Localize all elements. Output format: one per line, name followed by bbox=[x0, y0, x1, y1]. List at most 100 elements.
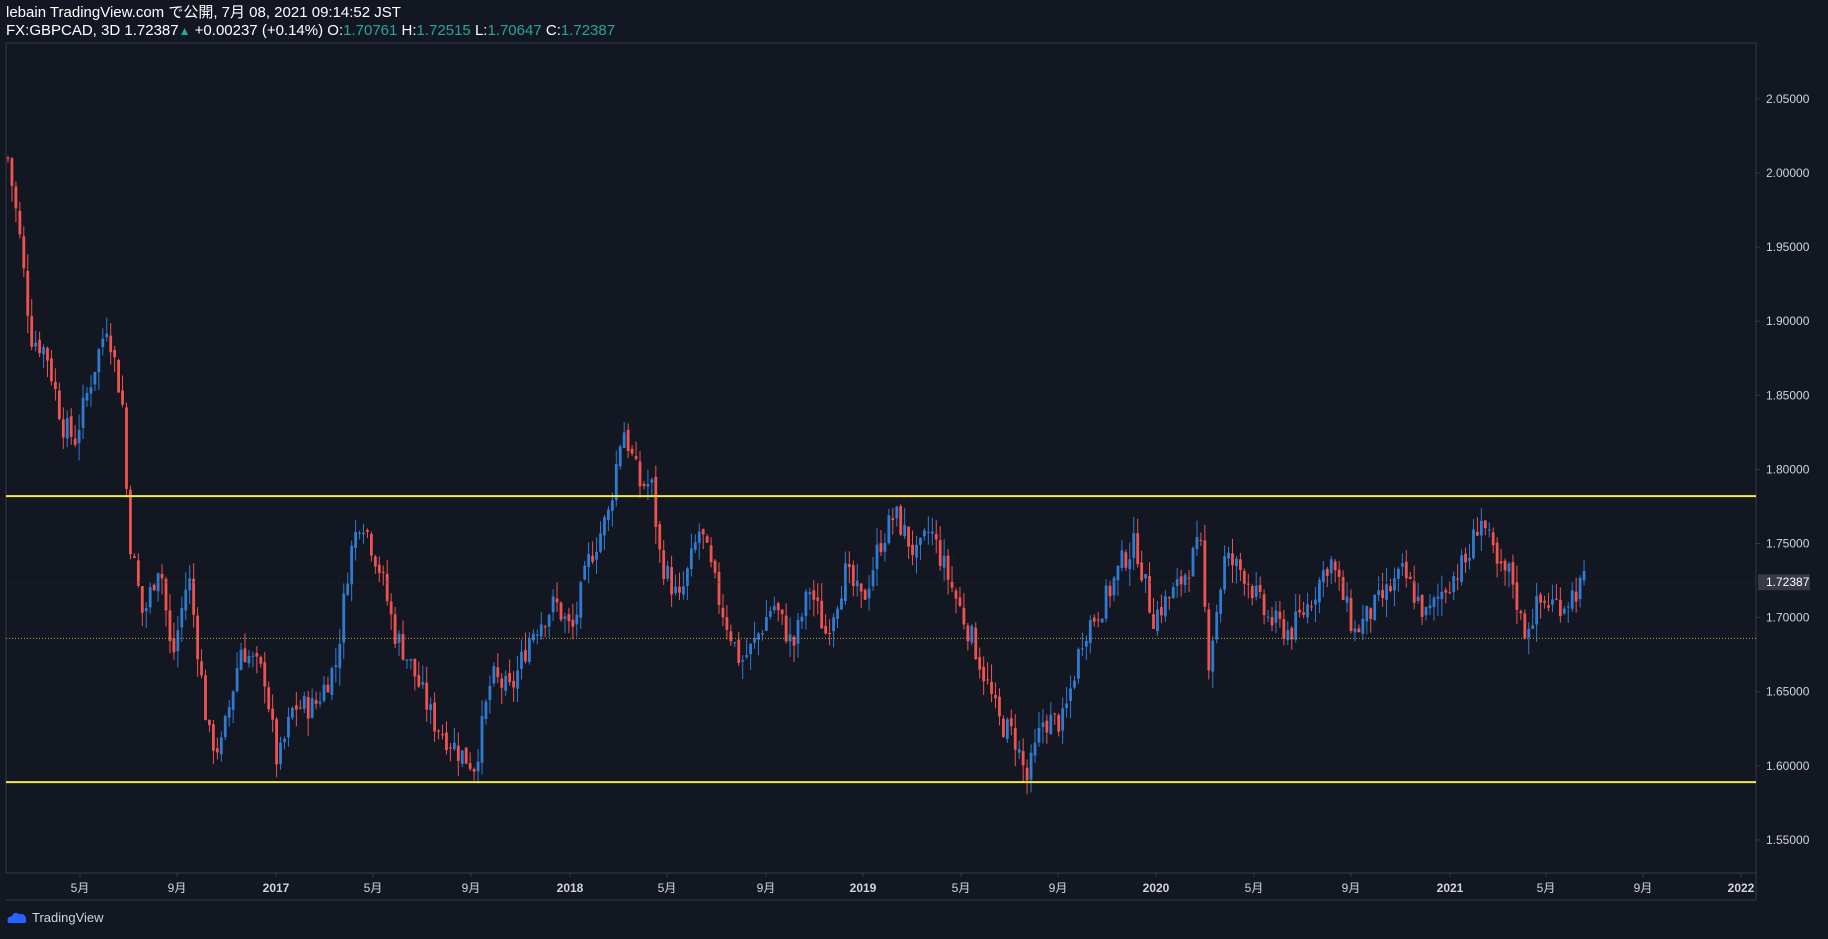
candle-body bbox=[200, 661, 203, 676]
candle-body bbox=[370, 533, 373, 556]
candle-body bbox=[666, 565, 670, 579]
candle-body bbox=[630, 448, 634, 454]
candle-body bbox=[1009, 718, 1013, 727]
candle-body bbox=[42, 347, 45, 355]
candle-body bbox=[1144, 574, 1147, 579]
candle-body bbox=[500, 678, 504, 688]
footer-brand[interactable]: TradingView bbox=[6, 910, 104, 925]
candle-body bbox=[583, 565, 587, 580]
candle-body bbox=[192, 578, 196, 615]
candle-body bbox=[923, 530, 926, 537]
candle-body bbox=[255, 653, 259, 657]
candle-body bbox=[1495, 542, 1499, 564]
candle-body bbox=[1088, 620, 1092, 644]
candle-body bbox=[1274, 610, 1278, 623]
candles bbox=[6, 155, 1586, 795]
x-tick-label: 2017 bbox=[263, 881, 290, 895]
candle-body bbox=[350, 545, 354, 585]
candle-body bbox=[50, 358, 53, 382]
candle-body bbox=[974, 627, 978, 660]
candle-body bbox=[1187, 577, 1191, 579]
candle-body bbox=[263, 662, 267, 687]
candle-body bbox=[6, 157, 10, 159]
candle-body bbox=[366, 530, 369, 532]
y-tick-label: 1.80000 bbox=[1766, 462, 1810, 476]
candle-body bbox=[654, 476, 658, 527]
candle-body bbox=[223, 716, 227, 738]
candle-body bbox=[622, 432, 626, 448]
candle-body bbox=[1515, 582, 1519, 610]
candle-body bbox=[1132, 533, 1136, 558]
candle-body bbox=[816, 597, 820, 601]
candle-body bbox=[176, 630, 180, 652]
candle-body bbox=[1215, 611, 1219, 640]
candle-body bbox=[362, 532, 365, 535]
candle-body bbox=[164, 578, 168, 611]
candle-body bbox=[1523, 613, 1527, 639]
candle-body bbox=[559, 602, 563, 620]
candle-body bbox=[761, 633, 764, 635]
candle-body bbox=[1499, 561, 1503, 564]
candle-body bbox=[883, 542, 887, 552]
candle-body bbox=[1120, 550, 1124, 569]
candle-body bbox=[982, 666, 986, 682]
candle-body bbox=[1053, 713, 1057, 715]
candle-body bbox=[516, 670, 519, 689]
candle-body bbox=[452, 742, 456, 750]
candle-body bbox=[314, 700, 318, 704]
candle-body bbox=[318, 701, 322, 704]
candle-body bbox=[705, 536, 709, 543]
tradingview-logo-icon bbox=[7, 912, 27, 923]
candle-body bbox=[990, 681, 993, 694]
candle-body bbox=[1472, 529, 1475, 559]
candle-body bbox=[1543, 601, 1546, 603]
price-chart[interactable]: 2.05000 2.00000 1.95000 1.90000 1.85000 1.800… bbox=[0, 0, 1828, 939]
candle-body bbox=[919, 537, 922, 545]
candle-body bbox=[1199, 540, 1203, 542]
candle-body bbox=[492, 666, 496, 684]
candle-body bbox=[358, 532, 361, 534]
candle-body bbox=[780, 609, 784, 615]
candle-body bbox=[820, 600, 824, 629]
candle-body bbox=[1373, 594, 1377, 620]
candle-body bbox=[1527, 629, 1531, 638]
candle-body bbox=[1555, 598, 1558, 600]
candle-body bbox=[954, 590, 958, 599]
candle-body bbox=[1436, 596, 1440, 599]
candle-body bbox=[1100, 618, 1104, 623]
candle-body bbox=[405, 659, 409, 661]
candle-body bbox=[425, 682, 429, 710]
candle-body bbox=[855, 580, 859, 587]
candle-body bbox=[1377, 590, 1381, 596]
candle-body bbox=[456, 745, 460, 761]
candle-body bbox=[259, 657, 263, 664]
candle-body bbox=[247, 656, 251, 664]
candle-body bbox=[30, 316, 34, 347]
candle-body bbox=[22, 236, 26, 269]
candle-body bbox=[472, 769, 476, 772]
x-tick-label: 5月 bbox=[71, 881, 90, 895]
candle-body bbox=[1069, 688, 1072, 701]
x-tick-label: 2018 bbox=[557, 881, 584, 895]
candle-body bbox=[1570, 590, 1574, 609]
candle-body bbox=[1049, 714, 1053, 735]
candle-body bbox=[1389, 586, 1392, 592]
candle-body bbox=[1310, 606, 1313, 608]
candle-body bbox=[429, 704, 433, 711]
candle-body bbox=[907, 526, 910, 547]
y-tick-label: 1.55000 bbox=[1766, 833, 1810, 847]
candle-body bbox=[1037, 727, 1041, 743]
candle-body bbox=[437, 730, 440, 732]
candle-body bbox=[808, 592, 812, 595]
candle-body bbox=[294, 705, 298, 710]
candle-body bbox=[1507, 563, 1511, 572]
candle-body bbox=[986, 679, 989, 681]
candle-body bbox=[535, 634, 539, 636]
candle-body bbox=[1574, 591, 1578, 602]
candle-body bbox=[184, 589, 188, 611]
candle-body bbox=[1361, 618, 1365, 634]
candle-body bbox=[614, 464, 618, 501]
candle-body bbox=[460, 750, 464, 764]
candle-body bbox=[725, 617, 729, 630]
candle-body bbox=[1179, 576, 1183, 585]
